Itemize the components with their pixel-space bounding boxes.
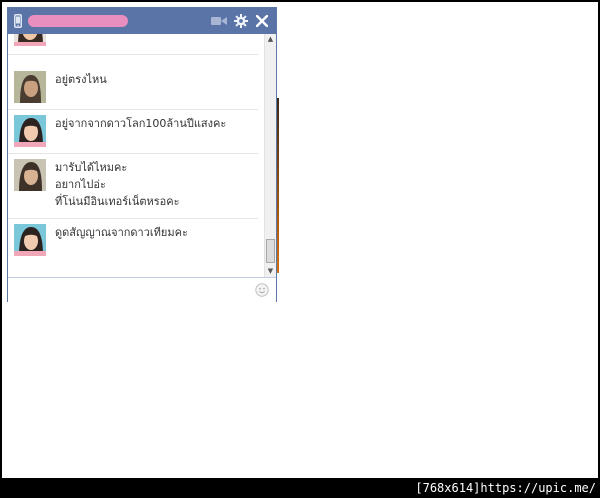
video-camera-icon[interactable]: [211, 16, 227, 26]
sender-avatar[interactable]: [14, 34, 46, 46]
redacted-contact-name[interactable]: [28, 15, 128, 27]
avatar-photo: [14, 34, 46, 46]
message-item: อยู่ตรงไหน: [8, 65, 258, 110]
sender-avatar[interactable]: [14, 115, 46, 147]
message-text: อยู่จากจากดาวโลก100ล้านปีแสงคะ: [55, 117, 227, 130]
upload-watermark: [768x614]https://upic.me/: [415, 480, 596, 496]
sender-avatar[interactable]: [14, 159, 46, 191]
avatar-photo: [14, 159, 46, 191]
sender-avatar[interactable]: [14, 224, 46, 256]
avatar-photo: [14, 71, 46, 103]
scroll-down-arrow-icon[interactable]: ▼: [265, 266, 276, 277]
smiley-icon[interactable]: [255, 283, 269, 297]
avatar-photo: [14, 115, 46, 147]
message-item: [8, 34, 258, 55]
scroll-thumb[interactable]: [266, 239, 275, 263]
watermark-size: [768x614]: [415, 481, 481, 495]
message-text-line: ที่โน่นมีอินเทอร์เน็ตหรอคะ: [55, 195, 180, 208]
gear-icon[interactable]: [234, 14, 248, 28]
message-input[interactable]: [8, 277, 276, 302]
watermark-url[interactable]: https://upic.me/: [480, 481, 596, 495]
sender-avatar[interactable]: [14, 71, 46, 103]
chat-titlebar[interactable]: [8, 8, 276, 34]
message-text: อยู่ตรงไหน: [55, 73, 107, 86]
message-item: มารับได้ไหมคะ อยากไปอ่ะ ที่โน่นมีอินเทอร…: [8, 153, 258, 219]
close-icon[interactable]: [256, 15, 268, 27]
message-text-line: มารับได้ไหมคะ: [55, 161, 128, 174]
message-list[interactable]: อยู่ตรงไหน อยู่จากจากดาวโลก100ล้านปีแสงค…: [8, 34, 264, 277]
message-text: ดูดสัญญาณจากดาวเทียมคะ: [55, 226, 188, 239]
message-scrollbar[interactable]: ▲ ▼: [264, 34, 276, 277]
message-text-line: อยากไปอ่ะ: [55, 178, 106, 191]
page-canvas: อยู่ตรงไหน อยู่จากจากดาวโลก100ล้านปีแสงค…: [2, 2, 598, 478]
scroll-up-arrow-icon[interactable]: ▲: [265, 34, 276, 45]
message-item: ดูดสัญญาณจากดาวเทียมคะ: [8, 218, 258, 262]
mobile-phone-icon: [14, 14, 22, 28]
message-item: อยู่จากจากดาวโลก100ล้านปีแสงคะ: [8, 109, 258, 154]
avatar-photo: [14, 224, 46, 256]
chat-window: อยู่ตรงไหน อยู่จากจากดาวโลก100ล้านปีแสงค…: [7, 7, 277, 302]
